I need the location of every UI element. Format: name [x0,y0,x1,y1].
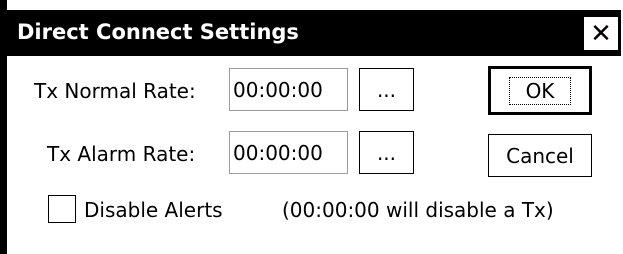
cancel-button[interactable]: Cancel [488,134,592,177]
cancel-button-label: Cancel [506,143,574,168]
close-button[interactable]: ✕ [583,16,619,51]
tx-alarm-rate-label: Tx Alarm Rate: [47,142,196,166]
direct-connect-settings-dialog: Direct Connect Settings ✕ Tx Normal Rate… [0,0,623,254]
ok-button-label: OK [508,76,572,105]
browse-button-label: ... [376,77,397,102]
close-icon: ✕ [590,18,612,49]
disable-tx-hint: (00:00:00 will disable a Tx) [282,198,554,222]
disable-alerts-checkbox[interactable] [48,195,76,223]
tx-normal-rate-label: Tx Normal Rate: [34,79,196,103]
disable-alerts-label[interactable]: Disable Alerts [84,197,223,223]
tx-normal-rate-input[interactable]: 00:00:00 [229,68,348,111]
browse-button-label: ... [376,140,397,165]
title-bar[interactable]: Direct Connect Settings ✕ [7,10,621,56]
window-left-border [0,0,7,254]
tx-normal-rate-browse-button[interactable]: ... [359,68,414,111]
ok-button[interactable]: OK [488,66,592,115]
dialog-title: Direct Connect Settings [17,20,299,44]
tx-alarm-rate-browse-button[interactable]: ... [359,131,414,174]
tx-alarm-rate-input[interactable]: 00:00:00 [229,131,348,174]
